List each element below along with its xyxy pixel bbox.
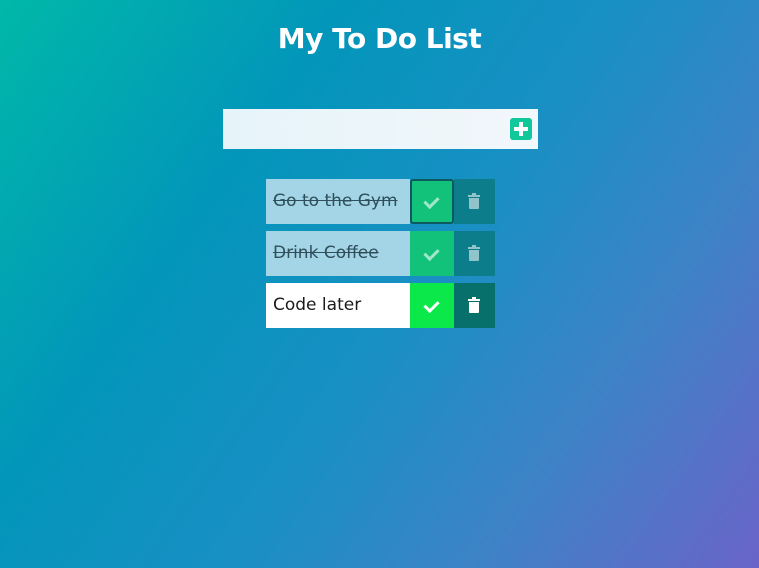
check-icon (423, 296, 440, 314)
page-title: My To Do List (277, 22, 482, 55)
todo-item: Code later (266, 283, 495, 328)
todo-list: Go to the Gym Drink Coffee Code later (266, 179, 495, 335)
complete-button[interactable] (410, 179, 454, 224)
complete-button[interactable] (410, 231, 454, 276)
add-todo-button[interactable] (510, 118, 532, 140)
delete-button[interactable] (454, 179, 495, 224)
add-todo-bar (223, 109, 538, 149)
todo-item-text: Drink Coffee (266, 231, 410, 276)
check-icon (423, 192, 440, 210)
todo-item-text: Go to the Gym (266, 179, 410, 224)
todo-item-text: Code later (266, 283, 410, 328)
todo-item: Drink Coffee (266, 231, 495, 276)
todo-item: Go to the Gym (266, 179, 495, 224)
delete-button[interactable] (454, 231, 495, 276)
complete-button[interactable] (410, 283, 454, 328)
delete-button[interactable] (454, 283, 495, 328)
new-todo-input[interactable] (223, 109, 493, 149)
check-icon (423, 244, 440, 262)
